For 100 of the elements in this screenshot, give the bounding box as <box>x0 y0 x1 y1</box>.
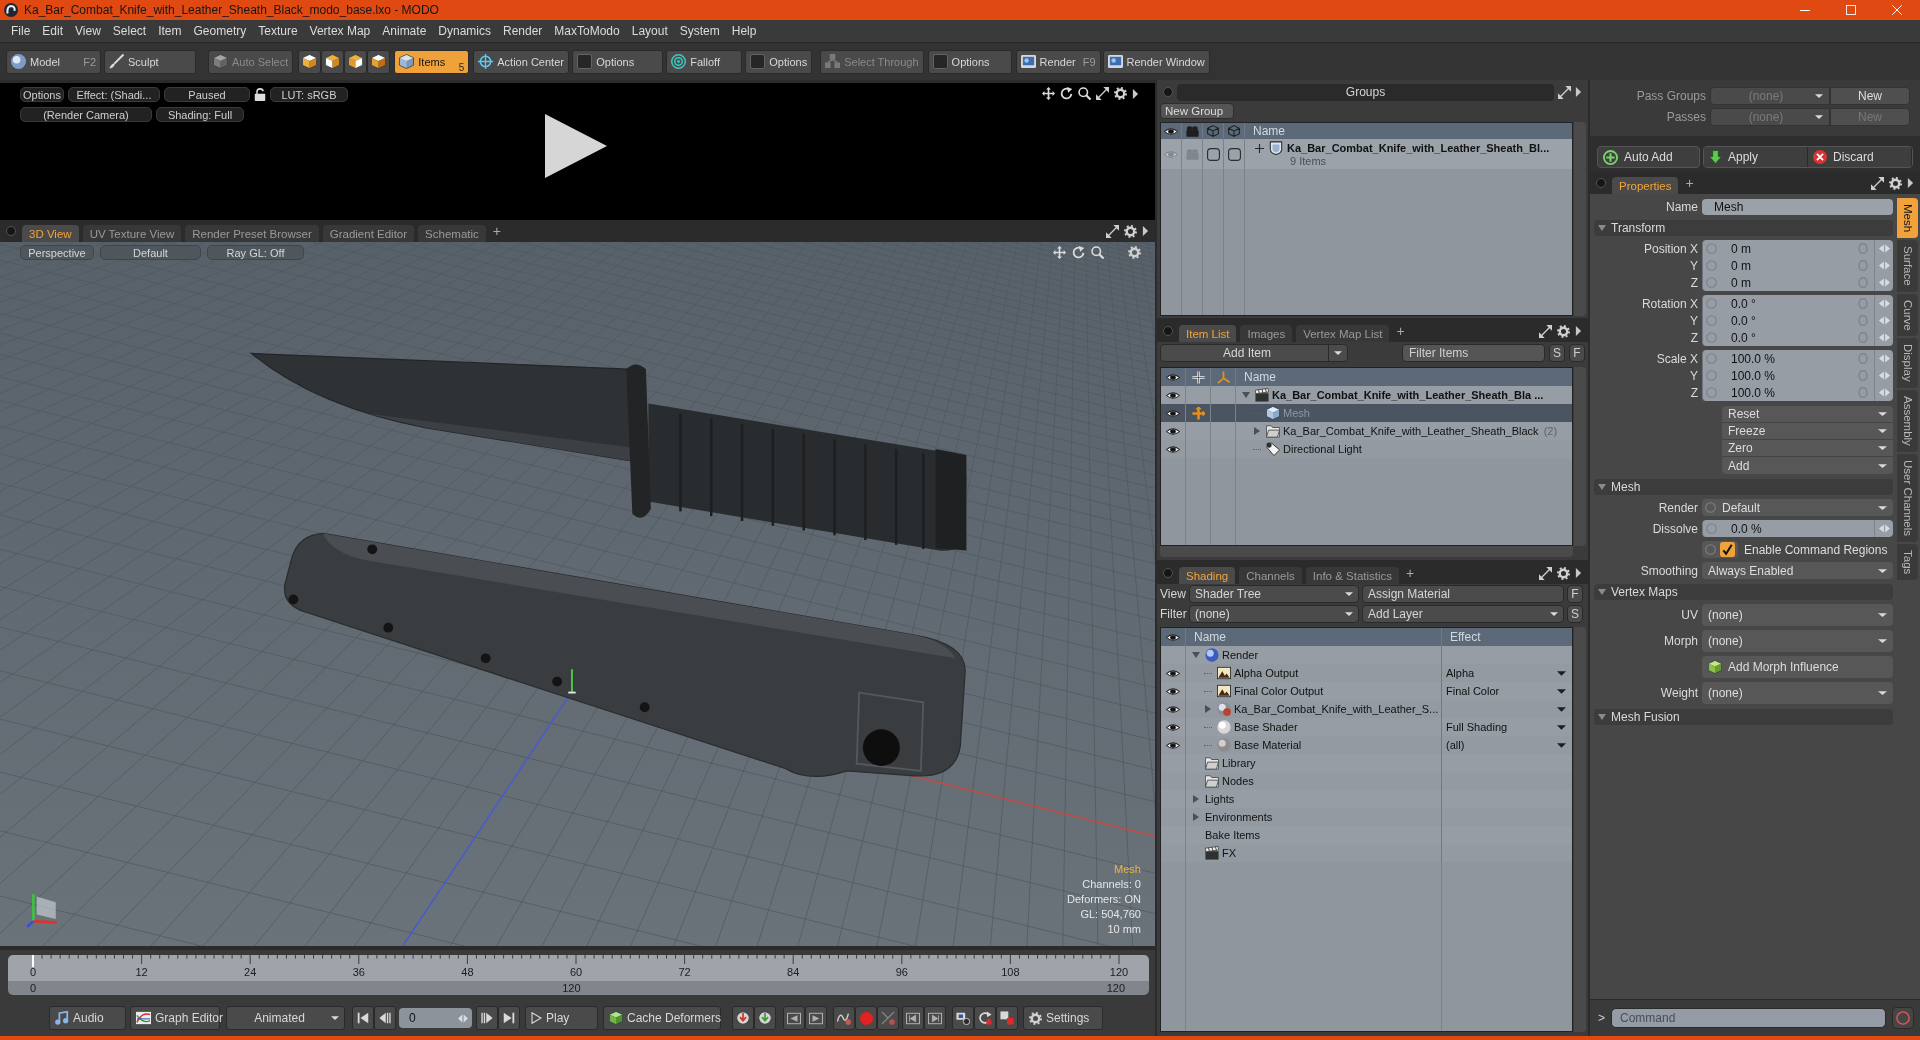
filter-toggle-button[interactable]: S <box>1549 344 1565 362</box>
expand-icon[interactable] <box>1192 651 1200 659</box>
rotate-icon[interactable] <box>1060 87 1073 100</box>
eye-icon[interactable] <box>1166 703 1180 715</box>
toolbar-button[interactable]: Sculpt <box>104 49 196 74</box>
menu-item[interactable]: Layout <box>625 24 674 38</box>
expand-icon[interactable] <box>1598 224 1606 232</box>
add-layer-dropdown[interactable]: Add Layer <box>1362 605 1564 623</box>
toolbar-button[interactable]: Options <box>745 49 813 74</box>
menu-item[interactable]: Help <box>725 24 763 38</box>
knife-drawing[interactable] <box>250 352 967 551</box>
range-bar[interactable]: 0 120 120 <box>8 981 1149 995</box>
discard-button[interactable]: Discard <box>1808 147 1912 167</box>
transform-handle-icon[interactable] <box>567 668 577 694</box>
expand-icon[interactable] <box>1254 143 1264 153</box>
command-history-button[interactable] <box>1892 1007 1914 1029</box>
number-field[interactable]: 0 m <box>1702 257 1893 274</box>
arrows-icon[interactable] <box>1878 299 1890 308</box>
plus-icon[interactable] <box>1191 370 1205 384</box>
menu-item[interactable]: File <box>5 24 37 38</box>
menu-item[interactable]: Select <box>106 24 153 38</box>
layer-row[interactable]: Render <box>1161 646 1572 664</box>
name-field[interactable]: Mesh <box>1702 198 1893 215</box>
layer-row[interactable]: Base Shader Full Shading <box>1161 718 1572 736</box>
lut-dropdown[interactable]: LUT: sRGB <box>270 87 348 102</box>
layer-row[interactable]: Nodes <box>1161 772 1572 790</box>
dropdown-button[interactable]: Reset <box>1722 406 1893 423</box>
arrows-icon[interactable] <box>1878 371 1890 380</box>
side-tab[interactable]: Assembly <box>1897 390 1918 453</box>
tab[interactable]: Vertex Map List <box>1296 325 1390 342</box>
playback-status-button[interactable]: Paused <box>164 87 250 102</box>
dropdown-button[interactable]: Add <box>1722 457 1893 474</box>
dropdown-button[interactable]: Zero <box>1722 440 1893 457</box>
mode-dropdown[interactable]: Animated <box>226 1006 345 1030</box>
camera-icon[interactable] <box>1185 125 1199 137</box>
maximize-icon[interactable] <box>1106 224 1119 238</box>
menu-item[interactable]: Edit <box>36 24 70 38</box>
effect-dropdown[interactable]: (all) <box>1442 736 1572 754</box>
expand-icon[interactable] <box>1253 427 1261 435</box>
eye-icon[interactable] <box>1166 407 1180 419</box>
toolbar-button[interactable]: Options <box>927 49 1012 74</box>
scrollbar[interactable] <box>1574 627 1586 1032</box>
toolbar-button[interactable]: Falloff <box>666 49 743 74</box>
cube-icon[interactable] <box>1207 125 1219 137</box>
settings-icon[interactable] <box>1889 176 1902 190</box>
dropdown[interactable]: (none) <box>1702 682 1893 704</box>
eye-icon[interactable] <box>1166 685 1180 697</box>
magnifier-icon[interactable] <box>1078 87 1091 100</box>
dropdown[interactable]: (none) <box>1702 630 1893 652</box>
arrows-icon[interactable] <box>1878 524 1890 533</box>
maximize-icon[interactable] <box>1871 176 1884 190</box>
panel-menu-icon[interactable] <box>1163 326 1173 336</box>
add-tab-button[interactable]: + <box>1682 176 1697 190</box>
settings-icon[interactable] <box>1557 566 1570 580</box>
effect-dropdown[interactable]: Full Shading <box>1442 718 1572 736</box>
panel-menu-icon[interactable] <box>1163 87 1173 97</box>
toolbar-button[interactable]: Model F2 <box>6 49 101 74</box>
eye-icon[interactable] <box>1166 371 1180 383</box>
square-icon[interactable] <box>1227 147 1241 161</box>
add-item-dropdown[interactable]: Add Item <box>1160 344 1348 362</box>
next-frame-button[interactable] <box>805 1006 827 1030</box>
layer-row[interactable]: Bake Items <box>1161 826 1572 844</box>
section-header[interactable]: Mesh <box>1594 479 1893 495</box>
item-row[interactable]: Ka_Bar_Combat_Knife_with_Leather_Sheath_Black (2) <box>1161 422 1572 440</box>
next-key-button[interactable] <box>476 1006 498 1030</box>
plus-icon[interactable] <box>1191 406 1205 420</box>
new-group-button[interactable]: New Group <box>1160 103 1234 119</box>
filter-field[interactable]: Filter Items <box>1402 344 1545 362</box>
dropdown[interactable]: Default <box>1702 499 1893 516</box>
playhead-handle[interactable] <box>32 955 34 967</box>
item-row[interactable]: Ka_Bar_Combat_Knife_with_Leather_Sheath_Bla ... <box>1161 386 1572 404</box>
number-field[interactable]: 0.0 ° <box>1702 329 1893 346</box>
key-button[interactable] <box>754 1006 776 1030</box>
tab[interactable]: Images <box>1240 325 1293 342</box>
first-frame-button[interactable] <box>352 1006 374 1030</box>
command-field[interactable]: Command <box>1611 1008 1886 1028</box>
menu-item[interactable]: Texture <box>252 24 304 38</box>
apply-button[interactable]: Apply <box>1704 147 1808 167</box>
loop-button[interactable] <box>974 1006 996 1030</box>
cube-icon[interactable] <box>1228 125 1240 137</box>
tab[interactable]: Schematic <box>418 225 486 242</box>
tab[interactable]: 3D View <box>22 225 79 242</box>
scrollbar[interactable] <box>1574 122 1586 316</box>
expand-icon[interactable] <box>1192 813 1200 821</box>
key-button[interactable] <box>732 1006 754 1030</box>
panel-menu-icon[interactable] <box>1163 568 1173 578</box>
tab[interactable]: Channels <box>1239 567 1302 584</box>
dropdown-button[interactable]: Freeze <box>1722 423 1893 440</box>
square-icon[interactable] <box>1206 147 1220 161</box>
options-button[interactable]: Options <box>20 87 64 102</box>
arrows-icon[interactable] <box>1878 278 1890 287</box>
auto-add-button[interactable]: Auto Add <box>1597 146 1700 168</box>
number-field[interactable]: 0.0 ° <box>1702 312 1893 329</box>
menu-item[interactable]: Item <box>152 24 188 38</box>
side-tab[interactable]: Tags <box>1897 544 1918 581</box>
menu-item[interactable]: Animate <box>376 24 433 38</box>
arrows-icon[interactable] <box>1878 316 1890 325</box>
settings-icon[interactable] <box>1114 87 1127 100</box>
frame-field[interactable]: 0 <box>399 1008 472 1028</box>
add-tab-button[interactable]: + <box>489 224 504 238</box>
